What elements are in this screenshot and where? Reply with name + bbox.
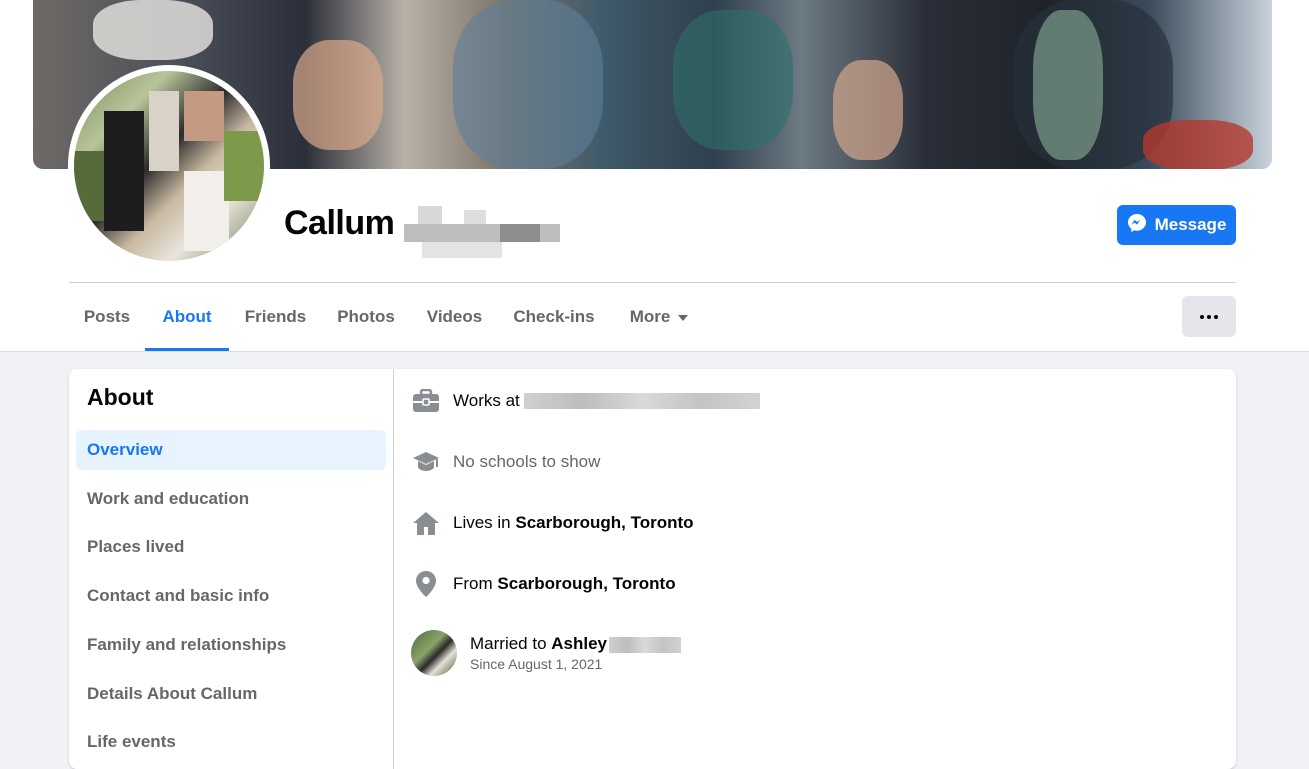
relationship-row: Married to Ashley Since August 1, 2021 (411, 630, 682, 676)
profile-name: Callum (284, 204, 395, 242)
sidebar-item-places-lived[interactable]: Places lived (76, 527, 386, 567)
from-row: From Scarborough, Toronto (411, 569, 676, 599)
married-since: Since August 1, 2021 (470, 656, 603, 672)
tab-about[interactable]: About (145, 284, 229, 351)
message-button[interactable]: Message (1117, 205, 1236, 245)
sidebar-item-life-events[interactable]: Life events (76, 722, 386, 762)
tab-friends[interactable]: Friends (229, 284, 322, 351)
about-card: About Overview Work and education Places… (69, 369, 1236, 769)
about-title: About (87, 384, 154, 410)
lives-row: Lives in Scarborough, Toronto (411, 508, 694, 538)
graduation-cap-icon (411, 447, 441, 477)
lives-prefix: Lives in (453, 513, 511, 532)
header-divider (69, 282, 1236, 283)
spouse-surname-redaction (609, 636, 682, 653)
tab-check-ins[interactable]: Check-ins (499, 284, 609, 351)
lives-place-link[interactable]: Scarborough, Toronto (515, 513, 693, 533)
profile-picture[interactable] (74, 71, 264, 261)
married-prefix: Married to (470, 634, 547, 653)
tab-photos[interactable]: Photos (322, 284, 410, 351)
spouse-photo[interactable] (411, 630, 457, 676)
sidebar-item-details[interactable]: Details About Callum (76, 674, 386, 714)
about-sidebar: About Overview Work and education Places… (69, 369, 394, 769)
sidebar-item-family[interactable]: Family and relationships (76, 625, 386, 665)
name-redaction (404, 206, 560, 258)
spouse-name-link[interactable]: Ashley (551, 634, 607, 653)
home-icon (411, 508, 441, 538)
location-pin-icon (411, 569, 441, 599)
ellipsis-icon (1200, 314, 1204, 319)
messenger-icon (1127, 213, 1147, 238)
caret-down-icon (678, 314, 689, 321)
tab-videos[interactable]: Videos (410, 284, 499, 351)
sidebar-item-contact-info[interactable]: Contact and basic info (76, 576, 386, 616)
work-row: Works at (411, 386, 760, 416)
more-options-button[interactable] (1182, 296, 1236, 337)
from-prefix: From (453, 574, 493, 593)
workplace-redaction (523, 393, 760, 409)
work-prefix: Works at (453, 391, 520, 410)
briefcase-icon (411, 386, 441, 416)
tab-more[interactable]: More (609, 284, 709, 351)
school-row: No schools to show (411, 447, 600, 477)
tab-posts[interactable]: Posts (69, 284, 145, 351)
message-label: Message (1154, 215, 1227, 234)
no-schools-text: No schools to show (453, 452, 601, 471)
sidebar-item-work-and-education[interactable]: Work and education (76, 479, 386, 519)
sidebar-item-overview[interactable]: Overview (76, 430, 386, 470)
from-place-link[interactable]: Scarborough, Toronto (497, 574, 675, 594)
